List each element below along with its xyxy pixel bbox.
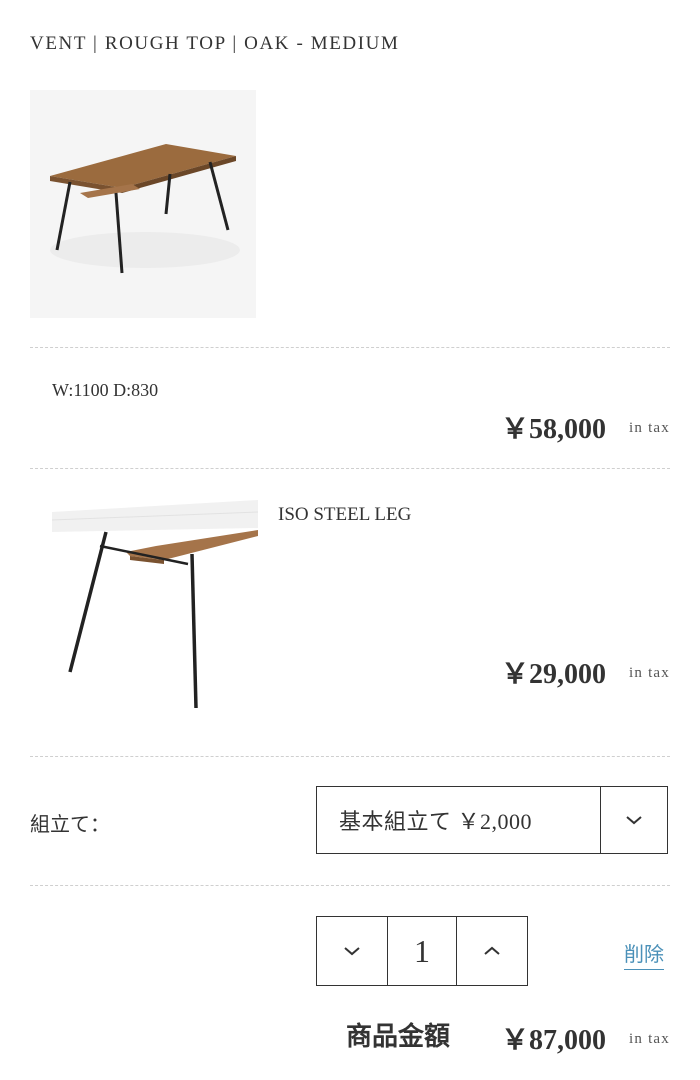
quantity-stepper[interactable]: 1 (316, 916, 528, 986)
divider (30, 756, 670, 757)
total-label: 商品金額 (346, 1022, 451, 1051)
leg-price: ￥29,000 (500, 659, 606, 690)
assembly-dropdown-button[interactable] (600, 787, 667, 853)
quantity-increment-button[interactable] (457, 917, 527, 985)
top-price: ￥58,000 (500, 414, 606, 445)
delete-link[interactable]: 削除 (624, 938, 664, 970)
assembly-select[interactable]: 基本組立て ￥2,000 (316, 786, 668, 854)
product-title: VENT | ROUGH TOP | OAK - MEDIUM (30, 33, 400, 54)
leg-tax-note: in tax (629, 665, 670, 681)
table-dimensions: W:1100 D:830 (52, 380, 159, 400)
divider (30, 347, 670, 348)
chevron-up-icon (484, 946, 500, 955)
top-tax-note: in tax (629, 420, 670, 436)
quantity-value[interactable]: 1 (387, 917, 457, 985)
divider (30, 468, 670, 469)
quantity-decrement-button[interactable] (317, 917, 387, 985)
total-tax-note: in tax (629, 1031, 670, 1047)
chevron-down-icon (344, 947, 360, 956)
steel-leg-image (30, 490, 260, 720)
divider (30, 885, 670, 886)
leg-name: ISO STEEL LEG (278, 504, 412, 525)
assembly-selected-value: 基本組立て ￥2,000 (339, 809, 533, 834)
chevron-down-icon (626, 816, 642, 825)
total-price: ￥87,000 (500, 1025, 606, 1056)
assembly-label: 組立て： (30, 814, 110, 836)
table-product-image (30, 90, 256, 318)
